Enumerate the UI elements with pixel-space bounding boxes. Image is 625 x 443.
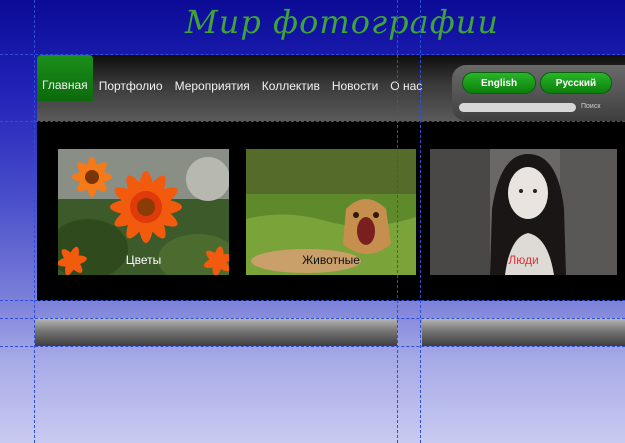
search-label: Поиск — [581, 103, 601, 110]
footer-bar-left — [35, 318, 397, 346]
guide-line-vertical — [34, 0, 35, 443]
nav-item-about[interactable]: О нас — [384, 55, 428, 101]
gallery-caption-people: Люди — [508, 253, 539, 267]
nav-menu: Главная Портфолио Мероприятия Коллектив … — [37, 55, 428, 101]
guide-line-horizontal — [0, 318, 625, 319]
nav-bar: Главная Портфолио Мероприятия Коллектив … — [37, 55, 625, 121]
gallery-item-animals[interactable]: Животные — [246, 149, 416, 275]
search-input[interactable] — [459, 103, 576, 112]
language-search-panel: English Русский Поиск — [452, 65, 625, 121]
gallery-caption-animals: Животные — [302, 253, 360, 267]
footer-bar-right — [422, 318, 625, 346]
nav-item-home[interactable]: Главная — [37, 55, 93, 101]
gallery-item-people[interactable]: Люди — [430, 149, 617, 275]
english-button[interactable]: English — [462, 72, 536, 94]
site-title: Мир фотографии — [185, 3, 499, 41]
guide-line-horizontal — [0, 121, 625, 122]
guide-line-horizontal — [0, 300, 625, 301]
nav-item-team[interactable]: Коллектив — [256, 55, 326, 101]
gallery-item-flowers[interactable]: Цветы — [58, 149, 229, 275]
russian-button[interactable]: Русский — [540, 72, 612, 94]
nav-item-events[interactable]: Мероприятия — [169, 55, 256, 101]
guide-line-horizontal — [0, 346, 625, 347]
guide-line-vertical — [420, 0, 421, 443]
nav-item-portfolio[interactable]: Портфолио — [93, 55, 169, 101]
guide-line-horizontal — [0, 54, 625, 55]
gallery-caption-flowers: Цветы — [125, 253, 162, 267]
guide-line-vertical — [397, 0, 398, 443]
nav-item-news[interactable]: Новости — [326, 55, 384, 101]
photo-gallery: Цветы Животные Люди — [37, 121, 625, 301]
